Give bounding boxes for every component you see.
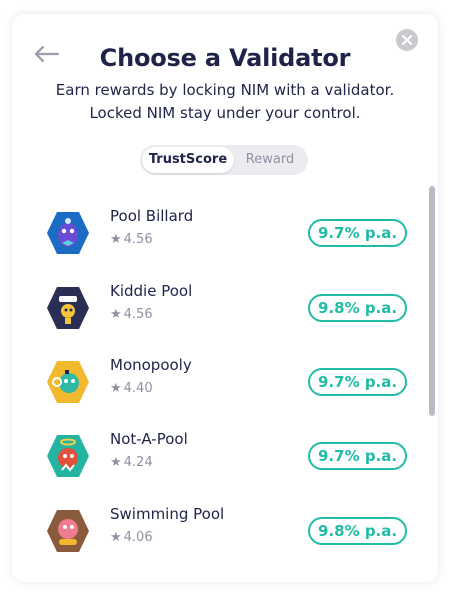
validator-name: Swimming Pool xyxy=(110,505,225,523)
star-icon: ★ xyxy=(110,530,122,545)
validator-name: Monopooly xyxy=(110,356,192,374)
validator-avatar-icon xyxy=(47,212,89,254)
validator-avatar-icon xyxy=(47,361,89,403)
validator-name: Pool Billard xyxy=(110,207,194,225)
reward-badge: 9.7% p.a. xyxy=(308,368,408,396)
validator-trustscore: ★ 4.24 xyxy=(110,455,153,470)
validator-item-not-a-pool[interactable]: Not-A-Pool ★ 4.24 9.7% p.a. xyxy=(40,426,410,486)
validator-trustscore: ★ 4.56 xyxy=(110,232,153,247)
validator-item-pool-billard[interactable]: Pool Billard ★ 4.56 9.7% p.a. xyxy=(40,203,410,263)
sort-option-reward[interactable]: Reward xyxy=(234,147,306,173)
reward-badge: 9.7% p.a. xyxy=(308,442,408,470)
validator-item-kiddie-pool[interactable]: Kiddie Pool ★ 4.56 9.8% p.a. xyxy=(40,278,410,338)
star-icon: ★ xyxy=(110,307,122,322)
validator-avatar-icon xyxy=(47,510,89,552)
scrollbar-thumb[interactable] xyxy=(429,186,435,416)
validator-trustscore: ★ 4.56 xyxy=(110,307,153,322)
reward-badge: 9.8% p.a. xyxy=(308,294,408,322)
reward-badge: 9.8% p.a. xyxy=(308,517,408,545)
validator-avatar-icon xyxy=(47,287,89,329)
subtitle-line-1: Earn rewards by locking NIM with a valid… xyxy=(55,81,395,99)
star-icon: ★ xyxy=(110,381,122,396)
validator-trustscore: ★ 4.40 xyxy=(110,381,153,396)
sort-option-trustscore[interactable]: TrustScore xyxy=(142,147,234,173)
page-title: Choose a Validator xyxy=(99,44,351,72)
validator-item-monopooly[interactable]: Monopooly ★ 4.40 9.7% p.a. xyxy=(40,352,410,412)
validator-item-swimming-pool[interactable]: Swimming Pool ★ 4.06 9.8% p.a. xyxy=(40,501,410,561)
star-icon: ★ xyxy=(110,455,122,470)
validator-trustscore: ★ 4.06 xyxy=(110,530,153,545)
subtitle-line-2: Locked NIM stay under your control. xyxy=(89,104,361,122)
validator-name: Not-A-Pool xyxy=(110,430,188,448)
reward-badge: 9.7% p.a. xyxy=(308,219,408,247)
star-icon: ★ xyxy=(110,232,122,247)
validator-name: Kiddie Pool xyxy=(110,282,193,300)
validator-avatar-icon xyxy=(47,435,89,477)
sort-toggle: TrustScore Reward xyxy=(140,145,308,175)
